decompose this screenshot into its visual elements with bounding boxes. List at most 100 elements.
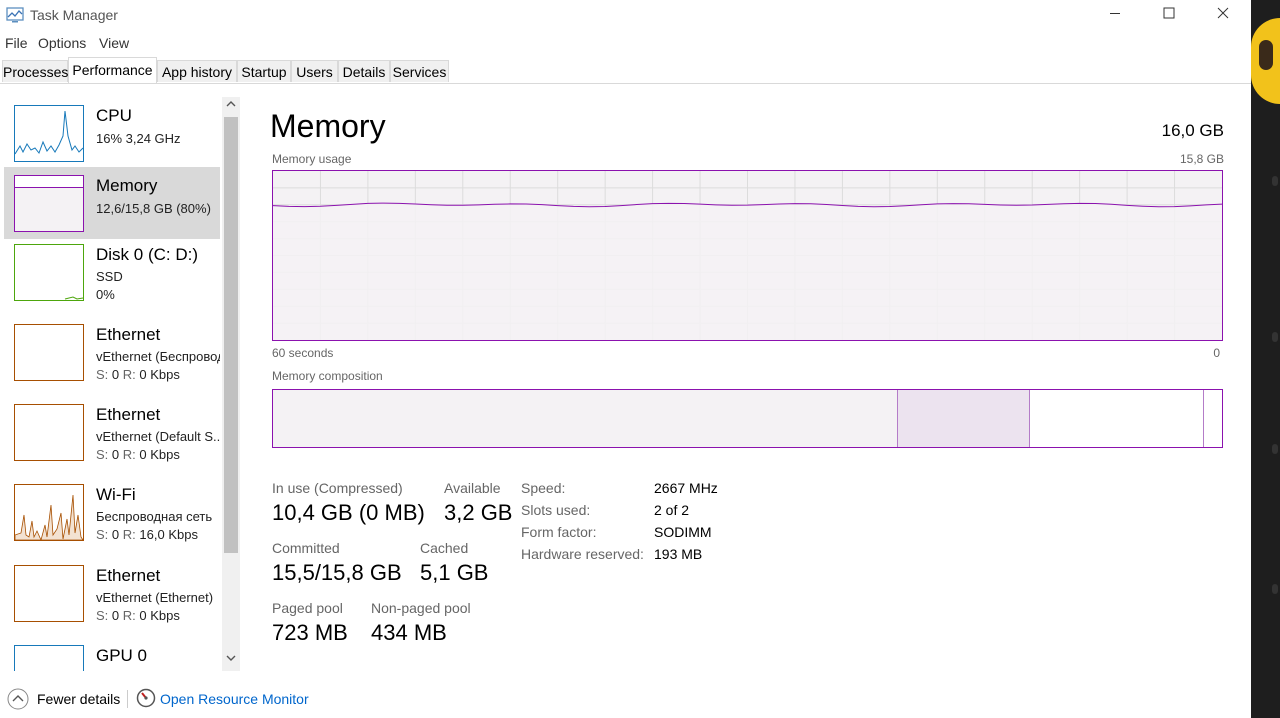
available-value: 3,2 GB xyxy=(444,500,513,525)
memory-composition-bar xyxy=(272,389,1223,448)
menu-view[interactable]: View xyxy=(99,35,129,51)
graph-zero-label: 0 xyxy=(1213,346,1220,360)
wifi-throughput: S: 0 R: 16,0 Kbps xyxy=(96,527,198,542)
fewer-details-label: Fewer details xyxy=(37,691,121,707)
composition-modified[interactable] xyxy=(898,390,1030,447)
tab-services[interactable]: Services xyxy=(390,60,449,82)
disk-type-text: SSD xyxy=(96,269,123,284)
resource-ethernet-2[interactable]: Ethernet vEthernet (Default S... S: 0 R:… xyxy=(4,396,220,468)
open-resource-monitor-label: Open Resource Monitor xyxy=(160,691,309,707)
disk-usage-text: 0% xyxy=(96,287,115,302)
edge-dot xyxy=(1272,176,1278,186)
speed-value: 2667 MHz xyxy=(654,480,718,496)
ethernet-2-thumbnail-graph xyxy=(14,404,84,461)
user-avatar xyxy=(1251,18,1280,104)
scroll-up-icon[interactable] xyxy=(222,97,240,115)
memory-usage-area xyxy=(273,203,1222,340)
composition-free[interactable] xyxy=(1204,390,1222,447)
slots-used-label: Slots used: xyxy=(521,502,591,518)
scroll-down-icon[interactable] xyxy=(222,651,240,669)
tab-strip: Processes Performance App history Startu… xyxy=(0,57,1251,84)
ethernet-2-label: Ethernet xyxy=(96,405,161,424)
wifi-adapter-text: Беспроводная сеть xyxy=(96,509,213,524)
resource-memory[interactable]: Memory 12,6/15,8 GB (80%) xyxy=(4,167,220,239)
composition-in-use[interactable] xyxy=(273,390,898,447)
wifi-label: Wi-Fi xyxy=(96,485,136,504)
close-button[interactable] xyxy=(1196,0,1250,30)
window-title: Task Manager xyxy=(30,7,118,23)
page-title: Memory xyxy=(270,108,386,144)
ethernet-1-adapter-text: vEthernet (Беспровод xyxy=(96,349,220,364)
wifi-thumbnail-graph xyxy=(14,484,84,542)
in-use-value: 10,4 GB (0 MB) xyxy=(272,500,425,525)
minimize-button[interactable] xyxy=(1088,0,1142,30)
composition-standby[interactable] xyxy=(1030,390,1204,447)
tab-users[interactable]: Users xyxy=(291,60,338,82)
gpu-label: GPU 0 xyxy=(96,646,148,665)
menu-options[interactable]: Options xyxy=(38,35,86,51)
graph-time-axis-label: 60 seconds xyxy=(272,346,334,360)
minimize-icon xyxy=(1109,6,1121,24)
form-factor-label: Form factor: xyxy=(521,524,597,540)
resource-list-scrollbar[interactable] xyxy=(222,97,240,671)
ethernet-2-throughput: S: 0 R: 0 Kbps xyxy=(96,447,180,462)
in-use-label: In use (Compressed) xyxy=(272,480,403,496)
background-desktop-edge xyxy=(1251,0,1280,718)
chevron-up-circle-icon xyxy=(7,688,29,713)
maximize-button[interactable] xyxy=(1142,0,1196,30)
ethernet-3-label: Ethernet xyxy=(96,566,161,585)
ethernet-3-throughput: S: 0 R: 0 Kbps xyxy=(96,608,180,623)
ethernet-2-adapter-text: vEthernet (Default S... xyxy=(96,429,220,444)
committed-label: Committed xyxy=(272,540,340,556)
available-label: Available xyxy=(444,480,501,496)
tab-processes[interactable]: Processes xyxy=(2,60,68,82)
memory-usage-max: 15,8 GB xyxy=(1179,152,1224,166)
gpu-thumbnail-graph xyxy=(14,645,84,671)
ethernet-3-thumbnail-graph xyxy=(14,565,84,622)
non-paged-pool-label: Non-paged pool xyxy=(371,600,471,616)
hardware-reserved-value: 193 MB xyxy=(654,546,703,562)
close-icon xyxy=(1217,6,1229,24)
scrollbar-thumb[interactable] xyxy=(224,117,238,553)
ethernet-1-throughput: S: 0 R: 0 Kbps xyxy=(96,367,180,382)
form-factor-value: SODIMM xyxy=(654,524,712,540)
ethernet-1-thumbnail-graph xyxy=(14,324,84,381)
task-manager-app-icon xyxy=(6,6,24,29)
ethernet-1-label: Ethernet xyxy=(96,325,161,344)
cached-value: 5,1 GB xyxy=(420,560,489,585)
resource-wifi[interactable]: Wi-Fi Беспроводная сеть S: 0 R: 16,0 Kbp… xyxy=(4,476,220,548)
title-bar: Task Manager xyxy=(0,0,1251,30)
resource-gpu-0[interactable]: GPU 0 xyxy=(4,637,220,671)
resource-ethernet-3[interactable]: Ethernet vEthernet (Ethernet) S: 0 R: 0 … xyxy=(4,557,220,629)
task-manager-window: Task Manager File Options View Processes… xyxy=(0,0,1251,718)
memory-usage-graph xyxy=(272,170,1223,341)
committed-value: 15,5/15,8 GB xyxy=(272,560,402,585)
disk-thumbnail-graph xyxy=(14,244,84,301)
memory-usage-label: Memory usage xyxy=(272,152,352,166)
edge-dot xyxy=(1272,444,1278,454)
tab-app-history[interactable]: App history xyxy=(157,60,237,82)
tab-startup[interactable]: Startup xyxy=(237,60,291,82)
tab-details[interactable]: Details xyxy=(338,60,390,82)
edge-dot xyxy=(1272,332,1278,342)
memory-composition-label: Memory composition xyxy=(272,369,383,383)
memory-detail-panel: Memory 16,0 GB Memory usage 15,8 GB 60 s… xyxy=(241,84,1251,674)
memory-thumbnail-graph xyxy=(14,175,84,232)
resource-cpu[interactable]: CPU 16% 3,24 GHz xyxy=(4,97,220,169)
speed-label: Speed: xyxy=(521,480,566,496)
resource-ethernet-1[interactable]: Ethernet vEthernet (Беспровод S: 0 R: 0 … xyxy=(4,316,220,388)
maximize-icon xyxy=(1163,6,1175,24)
footer-divider xyxy=(127,690,128,708)
total-memory: 16,0 GB xyxy=(1161,121,1224,140)
cpu-thumbnail-graph xyxy=(14,105,84,162)
resource-disk-0[interactable]: Disk 0 (C: D:) SSD 0% xyxy=(4,236,220,308)
cpu-usage-text: 16% 3,24 GHz xyxy=(96,131,181,146)
resource-list: CPU 16% 3,24 GHz Memory 12,6/15,8 GB (80… xyxy=(0,97,241,671)
menu-file[interactable]: File xyxy=(5,35,28,51)
cpu-label: CPU xyxy=(96,106,132,125)
paged-pool-value: 723 MB xyxy=(272,620,348,645)
non-paged-pool-value: 434 MB xyxy=(371,620,447,645)
tab-performance[interactable]: Performance xyxy=(68,57,157,83)
hardware-reserved-label: Hardware reserved: xyxy=(521,546,644,562)
cached-label: Cached xyxy=(420,540,469,556)
